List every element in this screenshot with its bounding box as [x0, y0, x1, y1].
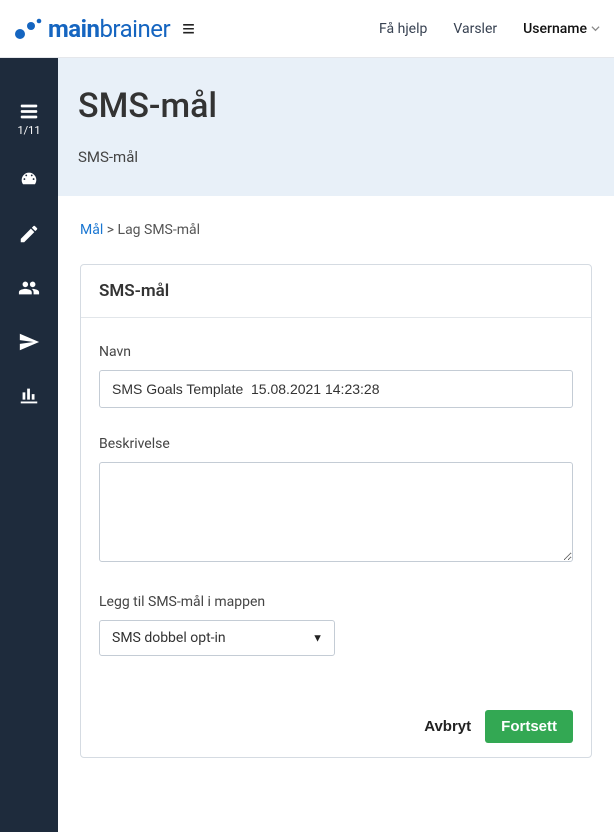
cancel-button[interactable]: Avbryt [424, 718, 471, 735]
users-icon [18, 277, 40, 299]
sidebar-item-send[interactable] [0, 331, 58, 353]
name-label: Navn [99, 344, 573, 360]
page-title: SMS-mål [78, 86, 594, 126]
sidebar-item-dashboard[interactable] [0, 169, 58, 191]
pencil-icon [18, 223, 40, 245]
sidebar-item-stats[interactable] [0, 385, 58, 407]
topbar: mainbrainer ≡ Få hjelp Varsler Username [0, 0, 614, 58]
menu-toggle-icon[interactable]: ≡ [182, 16, 195, 42]
sidebar-item-edit[interactable] [0, 223, 58, 245]
name-input[interactable] [99, 370, 573, 408]
alerts-link[interactable]: Varsler [453, 21, 497, 37]
logo-text: mainbrainer [48, 15, 170, 43]
gauge-icon [18, 169, 40, 191]
folder-select[interactable]: SMS dobbel opt-in [99, 620, 335, 656]
description-label: Beskrivelse [99, 436, 573, 452]
step-label: 1/11 [17, 124, 40, 137]
page-header: SMS-mål SMS-mål [58, 58, 614, 196]
sidebar: 1/11 [0, 58, 58, 832]
description-textarea[interactable] [99, 462, 573, 562]
chevron-down-icon [591, 24, 600, 33]
card-header: SMS-mål [81, 265, 591, 318]
page-subtitle: SMS-mål [78, 148, 594, 166]
breadcrumb-current: Lag SMS-mål [118, 222, 201, 238]
logo[interactable]: mainbrainer [14, 15, 170, 43]
username-label: Username [523, 21, 587, 37]
sidebar-item-users[interactable] [0, 277, 58, 299]
logo-icon [14, 18, 42, 40]
help-link[interactable]: Få hjelp [379, 21, 427, 37]
bar-chart-icon [18, 385, 40, 407]
form-card: SMS-mål Navn Beskrivelse Legg til SMS-må… [80, 264, 592, 758]
folder-label: Legg til SMS-mål i mappen [99, 594, 573, 610]
breadcrumb: Mål > Lag SMS-mål [80, 222, 592, 238]
continue-button[interactable]: Fortsett [485, 710, 573, 743]
breadcrumb-link-goals[interactable]: Mål [80, 222, 103, 238]
breadcrumb-separator: > [107, 222, 118, 238]
paper-plane-icon [18, 331, 40, 353]
username-dropdown[interactable]: Username [523, 21, 600, 37]
list-icon [18, 100, 40, 122]
sidebar-step-indicator[interactable]: 1/11 [0, 100, 58, 137]
